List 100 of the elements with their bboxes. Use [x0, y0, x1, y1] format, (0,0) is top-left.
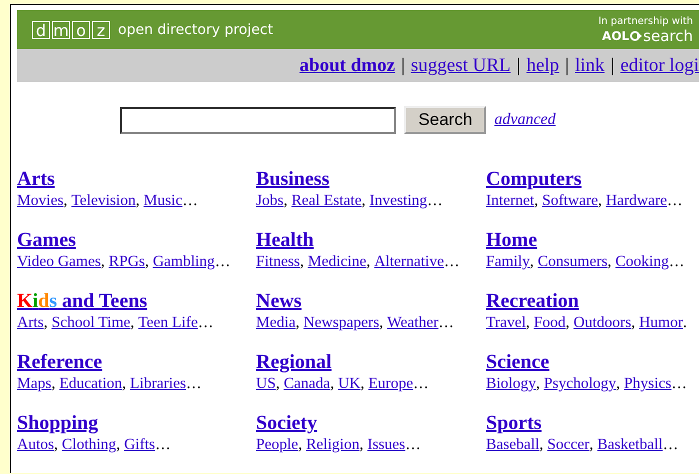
subcategory-link[interactable]: RPGs — [108, 252, 145, 272]
tagline-text: open directory project — [118, 22, 274, 38]
subcategory-link[interactable]: Maps — [17, 374, 52, 394]
punctuation-text: , — [530, 252, 534, 272]
punctuation-text: , — [539, 435, 544, 455]
subcategory-link[interactable]: Europe — [368, 374, 414, 394]
punctuation-text: … — [668, 252, 684, 272]
punctuation-text: , — [330, 374, 334, 394]
category-link[interactable]: Society — [256, 411, 318, 435]
subcategory-link[interactable]: Fitness — [256, 252, 300, 272]
subcategory-link[interactable]: Jobs — [256, 191, 284, 211]
category-link[interactable]: Sports — [486, 411, 542, 435]
punctuation-text: , — [276, 374, 280, 394]
category-link[interactable]: Kids and Teens — [17, 289, 148, 313]
nav-link[interactable]: about dmoz — [300, 54, 396, 76]
punctuation-text: … — [444, 252, 460, 272]
punctuation-text: , — [536, 374, 540, 394]
punctuation-text: … — [155, 435, 171, 455]
punctuation-text: , — [598, 191, 602, 211]
nav-link[interactable]: link — [574, 54, 605, 76]
subcategory-link[interactable]: Weather — [387, 313, 438, 333]
subcategory-link[interactable]: Clothing — [62, 435, 116, 455]
subcategory-link[interactable]: US — [256, 374, 276, 394]
punctuation-text: , — [616, 374, 620, 394]
subcategory-link[interactable]: Arts — [17, 313, 44, 333]
punctuation-text: , — [566, 313, 570, 333]
subcategory-link[interactable]: Humor — [639, 313, 684, 333]
punctuation-text: , — [589, 435, 594, 455]
subcategory-link[interactable]: Consumers — [538, 252, 608, 272]
subcategory-link[interactable]: Issues — [367, 435, 406, 455]
subcategory-link[interactable]: Biology — [486, 374, 536, 394]
punctuation-text: , — [136, 191, 140, 211]
punctuation-text: , — [359, 435, 364, 455]
subcategory-link[interactable]: Baseball — [486, 435, 540, 455]
subcategory-link[interactable]: School Time — [52, 313, 130, 333]
subcategory-link[interactable]: Physics — [624, 374, 672, 394]
punctuation-text: , — [379, 313, 384, 333]
subcategory-link[interactable]: Movies — [17, 191, 64, 211]
nav-link[interactable]: editor logi — [620, 54, 699, 76]
separator-text: | — [516, 54, 520, 76]
category-link[interactable]: Games — [17, 228, 76, 252]
nav-link[interactable]: help — [526, 54, 560, 76]
subcategory-link[interactable]: Medicine — [308, 252, 366, 272]
subcategory-link[interactable]: Soccer — [547, 435, 590, 455]
punctuation-text: , — [360, 374, 364, 394]
punctuation-text: … — [671, 374, 687, 394]
category-link[interactable]: Arts — [17, 167, 55, 191]
separator-text: | — [565, 54, 569, 76]
subcategory-link[interactable]: Outdoors — [574, 313, 632, 333]
search-button[interactable]: Search — [404, 106, 486, 134]
category-link[interactable]: Home — [486, 228, 538, 252]
subcategory-link[interactable]: People — [256, 435, 298, 455]
category-link[interactable]: Computers — [486, 167, 582, 191]
subcategory-link[interactable]: Alternative — [374, 252, 444, 272]
subcategory-link[interactable]: Hardware — [606, 191, 668, 211]
subcategory-link[interactable]: Basketball — [597, 435, 663, 455]
search-field[interactable] — [120, 106, 396, 134]
subcategory-link[interactable]: Internet — [486, 191, 534, 211]
subcategory-link[interactable]: Video Games — [17, 252, 101, 272]
category-link[interactable]: Regional — [256, 350, 332, 374]
subcategory-link[interactable]: Religion — [306, 435, 360, 455]
category-link[interactable]: Recreation — [486, 289, 579, 313]
subcategory-link[interactable]: Autos — [17, 435, 54, 455]
subcategory-link[interactable]: Music — [144, 191, 182, 211]
subcategory-link[interactable]: Software — [542, 191, 598, 211]
subcategory-link[interactable]: UK — [338, 374, 360, 394]
punctuation-text: , — [362, 191, 366, 211]
category-link[interactable]: Science — [486, 350, 550, 374]
punctuation-text: … — [413, 374, 429, 394]
subcategory-link[interactable]: Teen Life — [138, 313, 198, 333]
category-link[interactable]: News — [256, 289, 302, 313]
subcategory-link[interactable]: Investing — [369, 191, 428, 211]
subcategory-link[interactable]: Real Estate — [291, 191, 362, 211]
subcategory-link[interactable]: Gifts — [124, 435, 156, 455]
subcategory-link[interactable]: Media — [256, 313, 296, 333]
subcategory-link[interactable]: Canada — [284, 374, 330, 394]
punctuation-text: … — [214, 252, 230, 272]
subcategory-link[interactable]: Education — [59, 374, 122, 394]
punctuation-text: , — [608, 252, 612, 272]
category-link[interactable]: Business — [256, 167, 330, 191]
subcategory-link[interactable]: Libraries — [130, 374, 186, 394]
category-link[interactable]: Shopping — [17, 411, 98, 435]
subcategory-link[interactable]: Newspapers — [303, 313, 380, 333]
punctuation-text: , — [534, 191, 538, 211]
subcategory-link[interactable]: Psychology — [544, 374, 616, 394]
punctuation-text: , — [130, 313, 134, 333]
subcategory-link[interactable]: Travel — [486, 313, 526, 333]
punctuation-text: … — [667, 191, 683, 211]
subcategory-link[interactable]: Food — [534, 313, 566, 333]
subcategory-link[interactable]: Television — [71, 191, 136, 211]
subcategory-link[interactable]: Gambling — [152, 252, 215, 272]
category-link[interactable]: Reference — [17, 350, 102, 374]
punctuation-text: … — [438, 313, 454, 333]
subcategory-link[interactable]: Family — [486, 252, 530, 272]
punctuation-text: , — [44, 313, 48, 333]
punctuation-text: … — [427, 191, 443, 211]
advanced-link[interactable]: advanced — [494, 111, 556, 129]
nav-link[interactable]: suggest URL — [410, 54, 511, 76]
category-link[interactable]: Health — [256, 228, 314, 252]
subcategory-link[interactable]: Cooking — [615, 252, 669, 272]
